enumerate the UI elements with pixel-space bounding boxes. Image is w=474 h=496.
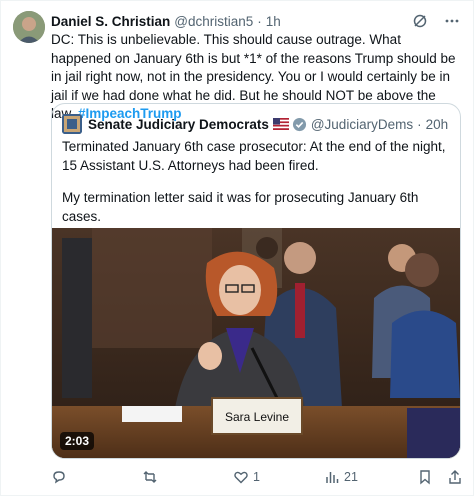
views-button[interactable]: 21: [324, 467, 358, 487]
quoted-avatar[interactable]: [62, 114, 82, 134]
action-bar: 1 21: [51, 467, 461, 487]
bookmark-button[interactable]: [417, 467, 433, 487]
author-name[interactable]: Daniel S. Christian: [51, 14, 170, 29]
quoted-paragraph-2: My termination letter said it was for pr…: [62, 190, 419, 224]
views-count: 21: [344, 470, 358, 484]
more-icon[interactable]: [443, 12, 461, 30]
retweet-button[interactable]: [142, 467, 162, 487]
verified-gray-icon[interactable]: [292, 117, 307, 132]
share-button[interactable]: [447, 467, 463, 487]
like-icon: [234, 471, 248, 484]
flag-us-icon: [272, 118, 289, 130]
quoted-paragraph-1: Terminated January 6th case prosecutor: …: [62, 139, 446, 173]
nameplate-text: Sara Levine: [225, 410, 289, 424]
views-icon: [326, 472, 339, 483]
like-count: 1: [253, 470, 260, 484]
reply-icon: [53, 471, 65, 484]
quoted-handle[interactable]: @JudiciaryDems: [311, 117, 413, 132]
like-button[interactable]: 1: [233, 467, 260, 487]
tweet-timestamp[interactable]: 1h: [266, 14, 281, 29]
retweet-icon: [143, 471, 157, 483]
video-player[interactable]: Sara Levine 2:03: [52, 228, 460, 458]
tweet-header: Daniel S. Christian @dchristian5 · 1h: [51, 12, 461, 30]
video-frame: Sara Levine: [52, 228, 460, 458]
quoted-tweet[interactable]: Senate Judiciary Democrats @JudiciaryDem…: [51, 103, 461, 459]
reply-button[interactable]: [51, 467, 71, 487]
quoted-name[interactable]: Senate Judiciary Democrats: [88, 117, 269, 132]
bookmark-icon: [420, 470, 430, 485]
quoted-timestamp[interactable]: 20h: [426, 117, 449, 132]
author-handle[interactable]: @dchristian5: [174, 14, 253, 29]
tweet-card[interactable]: Daniel S. Christian @dchristian5 · 1h DC…: [0, 0, 474, 496]
video-duration: 2:03: [60, 432, 95, 450]
quoted-header: Senate Judiciary Democrats @JudiciaryDem…: [62, 114, 450, 134]
quoted-separator: ·: [417, 116, 422, 132]
header-separator: ·: [257, 13, 262, 29]
author-avatar[interactable]: [13, 11, 45, 43]
share-icon: [449, 470, 461, 484]
grok-icon[interactable]: [411, 12, 429, 30]
